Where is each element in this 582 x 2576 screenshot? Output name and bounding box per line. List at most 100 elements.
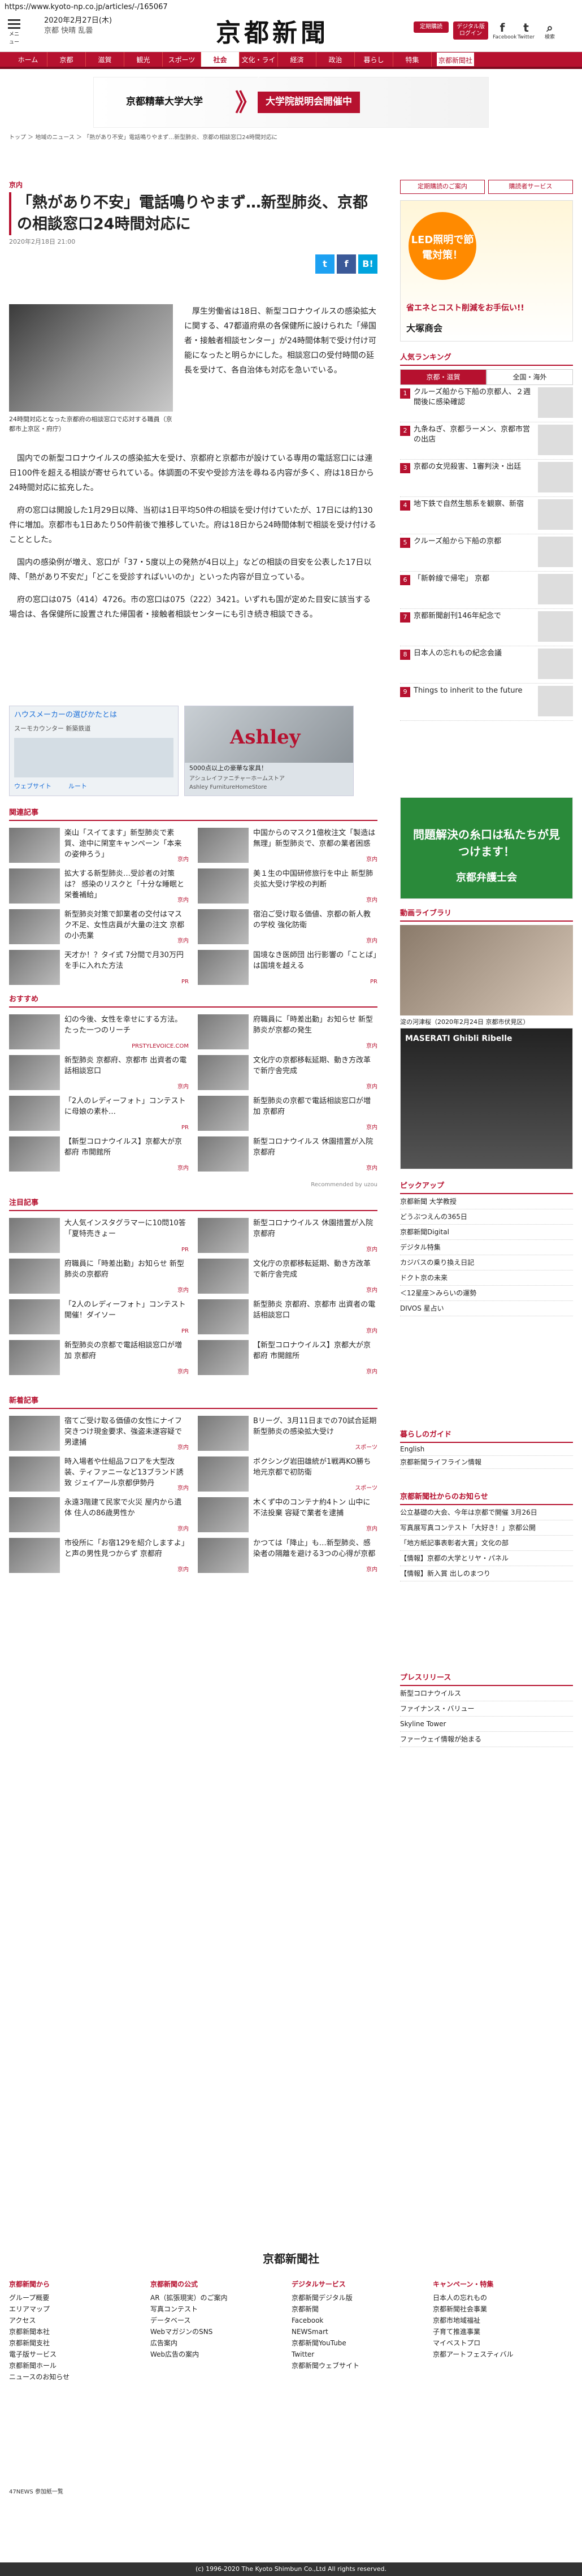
- nav-item[interactable]: 京都新聞社: [436, 52, 475, 67]
- nav-item[interactable]: 観光: [124, 52, 163, 67]
- subscribe-button[interactable]: 定期購読: [414, 21, 449, 33]
- breadcrumb[interactable]: トップ ＞ 地域のニュース ＞ 「熱があり不安」電話鳴りやまず…新型肺炎、京都の…: [9, 133, 582, 142]
- recommend-card[interactable]: 府職員に「時差出勤」お知らせ 新型肺炎が京都の発生 京内: [198, 1014, 377, 1052]
- recommend-card[interactable]: 新型肺炎 京都府、京都市 出資者の電話相談窓口 京内: [9, 1055, 189, 1092]
- footer-link[interactable]: エリアマップ: [9, 2303, 139, 2315]
- ranking-item[interactable]: 3 京都の女児殺害、1審判決・出廷: [400, 460, 573, 497]
- latest-card[interactable]: 宿てご受け取る価値の女性にナイフ突きつけ現金要求、強盗未遂容疑で男逮捕 京内: [9, 1416, 189, 1453]
- attention-card[interactable]: 新型肺炎 京都府、京都市 出資者の電話相談窓口 京内: [198, 1299, 377, 1337]
- notice-item[interactable]: 写真展写真コンテスト「大好き！」京都公開: [400, 1520, 573, 1536]
- footer-link[interactable]: AR（拡張現実）のご案内: [150, 2292, 280, 2303]
- ranking-item[interactable]: 2 九条ねぎ、京都ラーメン、京都市営の出店: [400, 422, 573, 460]
- notice-item[interactable]: 「地方紙記事表彰者大賞」文化の部: [400, 1536, 573, 1551]
- ranking-item[interactable]: 5 クルーズ船から下船の京都: [400, 534, 573, 572]
- twitter-icon[interactable]: t Twitter: [516, 21, 536, 42]
- subscribe-info-link[interactable]: 定期購読のご案内: [400, 180, 485, 194]
- facebook-share-icon[interactable]: f: [337, 254, 356, 274]
- footer-link[interactable]: 広告案内: [150, 2337, 280, 2349]
- latest-card[interactable]: 木くず中のコンテナ約4トン 山中に不法投棄 容疑で業者を逮捕 京内: [198, 1497, 377, 1535]
- attention-card[interactable]: 大人気インスタグラマーに10問10答「夏特売きょー PR: [9, 1218, 189, 1255]
- related-card[interactable]: 宿泊ご受け取る価値、京都の新人教の学校 強化防衛 京内: [198, 909, 377, 946]
- latest-card[interactable]: 時入場者や仕組品フロアを大型改装、ティファニーなど13ブランド誘致 ジェイアール…: [9, 1456, 189, 1494]
- footer-link[interactable]: 日本人の忘れもの: [433, 2292, 563, 2303]
- footer-link[interactable]: 京都新聞: [292, 2303, 422, 2315]
- notice-item[interactable]: 【情報】新入賞 出しのまつり: [400, 1566, 573, 1581]
- latest-card[interactable]: ボクシング岩田雄統が1戦再KO勝ち 地元京都で初防衛 スポーツ: [198, 1456, 377, 1494]
- latest-card[interactable]: 永遠3階建て民家で火災 屋内から遺体 住人の86歳男性か 京内: [9, 1497, 189, 1535]
- lawyer-ad[interactable]: 問題解決の糸口は私たちが見つけます！ 京都弁護士会: [400, 797, 573, 899]
- press-item[interactable]: ファーウェイ情報が始まる: [400, 1732, 573, 1747]
- recommend-card[interactable]: 「2人のレディーフォト」コンテストに母娘の素朴… PR: [9, 1096, 189, 1133]
- hatena-bookmark-icon[interactable]: B!: [358, 254, 377, 274]
- tab-ranking-national[interactable]: 全国・海外: [487, 369, 573, 385]
- related-card[interactable]: 拡大する新型肺炎…受診者の対策は？ 感染のリスクと「十分な睡眠と栄養補給」 京内: [9, 868, 189, 906]
- nav-item[interactable]: 特集: [393, 52, 432, 67]
- footer-link[interactable]: 京都新聞ウェブサイト: [292, 2360, 422, 2371]
- pickup-item[interactable]: 京都新聞 大学教授: [400, 1194, 573, 1209]
- footer-link[interactable]: アクセス: [9, 2315, 139, 2326]
- tab-ranking-kyoto[interactable]: 京都・滋賀: [400, 369, 487, 385]
- footer-link[interactable]: 京都新聞社会事業: [433, 2303, 563, 2315]
- attention-card[interactable]: 「2人のレディーフォト」コンテスト開催！ダイソー PR: [9, 1299, 189, 1337]
- footer-link[interactable]: 京都新聞YouTube: [292, 2337, 422, 2349]
- website-link[interactable]: ウェブサイト: [14, 782, 51, 792]
- map-ad[interactable]: ハウスメーカーの選びかたとは スーモカウンター 新築鉄道 ウェブサイト ルート: [9, 706, 179, 796]
- recommend-card[interactable]: 文化庁の京都移転延期、動き方改革で新庁舎完成 京内: [198, 1055, 377, 1092]
- press-item[interactable]: 新型コロナウイルス: [400, 1686, 573, 1701]
- ashley-ad[interactable]: Ashley 5000点以上の豪華な家具！ アシュレイファニチャーホームストア …: [184, 706, 354, 796]
- footer-link[interactable]: マイベストプロ: [433, 2337, 563, 2349]
- video-thumbnail[interactable]: [400, 925, 573, 1015]
- recommended-by[interactable]: Recommended by uzou: [9, 1181, 377, 1189]
- ranking-item[interactable]: 6 「新幹線で帰宅」 京都: [400, 572, 573, 609]
- nav-item[interactable]: ホーム: [9, 52, 47, 67]
- footer-link[interactable]: 京都アートフェスティバル: [433, 2349, 563, 2360]
- footer-link[interactable]: 子育て推進事業: [433, 2326, 563, 2337]
- recommend-card[interactable]: 新型肺炎の京都で電話相談窓口が増加 京都府 京内: [198, 1096, 377, 1133]
- footer-link[interactable]: データベース: [150, 2315, 280, 2326]
- car-ad[interactable]: MASERATI Ghibli Ribelle: [400, 1028, 573, 1169]
- reader-service-link[interactable]: 購読者サービス: [488, 180, 573, 194]
- pickup-item[interactable]: どうぶつえんの365日: [400, 1209, 573, 1225]
- footer-link[interactable]: 京都新聞ホール: [9, 2360, 139, 2371]
- nav-item[interactable]: 暮らし: [355, 52, 393, 67]
- menu-button[interactable]: メニュー: [8, 19, 20, 46]
- latest-card[interactable]: 市役所に「お宿129を紹介しますよ」と声の男性見つからず 京都府 京内: [9, 1538, 189, 1575]
- ranking-item[interactable]: 9 Things to inherit to the future: [400, 684, 573, 721]
- recommend-card[interactable]: 幻の今後、女性を幸せにする方法。たった一つのリーチ PRSTYLEVOICE.CO…: [9, 1014, 189, 1052]
- article-category[interactable]: 京内: [9, 180, 377, 190]
- digital-login-button[interactable]: デジタル版ログイン: [453, 21, 488, 40]
- nav-item[interactable]: スポーツ: [163, 52, 201, 67]
- attention-card[interactable]: 【新型コロナウイルス】京都大が京都府 市開館所 京内: [198, 1340, 377, 1377]
- related-card[interactable]: 国境なき医師団 出行影響の「ことば」は国境を越える PR: [198, 950, 377, 987]
- footer-link[interactable]: 京都新聞支社: [9, 2337, 139, 2349]
- footer-link[interactable]: 写真コンテスト: [150, 2303, 280, 2315]
- ranking-item[interactable]: 1 クルーズ船から下船の京都人、２週間後に感染確認: [400, 385, 573, 422]
- ranking-item[interactable]: 4 地下鉄で自然生態系を観察、新宿: [400, 497, 573, 534]
- pickup-item[interactable]: カジバスの乗り換え日記: [400, 1255, 573, 1270]
- nav-item[interactable]: 社会: [201, 52, 240, 67]
- attention-card[interactable]: 新型肺炎の京都で電話相談窓口が増加 京都府 京内: [9, 1340, 189, 1377]
- 47news[interactable]: 47NEWS 参加紙一覧: [9, 2488, 573, 2497]
- nav-item[interactable]: 滋賀: [86, 52, 124, 67]
- facebook-icon[interactable]: f Facebook: [493, 21, 516, 42]
- related-card[interactable]: 天才か！？タイ式 7分間で月30万円を手に入れた方法 PR: [9, 950, 189, 987]
- site-logo[interactable]: 京都新聞: [216, 15, 329, 52]
- attention-card[interactable]: 新型コロナウイルス 休園措置が入院 京都府 京内: [198, 1218, 377, 1255]
- footer-link[interactable]: 京都市地域福祉: [433, 2315, 563, 2326]
- footer-link[interactable]: ニュースのお知らせ: [9, 2371, 139, 2383]
- notice-item[interactable]: 公立基礎の大会、今年は京都で開催 3月26日: [400, 1505, 573, 1520]
- search-icon[interactable]: ⌕ 検索: [540, 21, 559, 42]
- university-ad-banner[interactable]: 京都精華大学大学 》 大学院説明会開催中: [93, 77, 489, 128]
- notice-item[interactable]: 【情報】京都の大学とリヤ・パネル: [400, 1551, 573, 1566]
- footer-link[interactable]: 京都新聞デジタル版: [292, 2292, 422, 2303]
- pickup-item[interactable]: デジタル特集: [400, 1240, 573, 1255]
- pickup-item[interactable]: ドクト京の未来: [400, 1270, 573, 1286]
- footer-link[interactable]: Twitter: [292, 2349, 422, 2360]
- footer-link[interactable]: 京都新聞本社: [9, 2326, 139, 2337]
- related-card[interactable]: 新型肺炎対策で卸業者の交付はマスク不足、女性店員が大量の注文 京都の小売業 京内: [9, 909, 189, 946]
- ranking-item[interactable]: 7 京都新聞創刊146年紀念で: [400, 609, 573, 646]
- related-card[interactable]: 美１生の中国研修旅行を中止 新型肺炎拡大受け学校の判断 京内: [198, 868, 377, 906]
- nav-item[interactable]: 経済: [278, 52, 316, 67]
- nav-item[interactable]: 京都: [47, 52, 86, 67]
- footer-link[interactable]: Facebook: [292, 2315, 422, 2326]
